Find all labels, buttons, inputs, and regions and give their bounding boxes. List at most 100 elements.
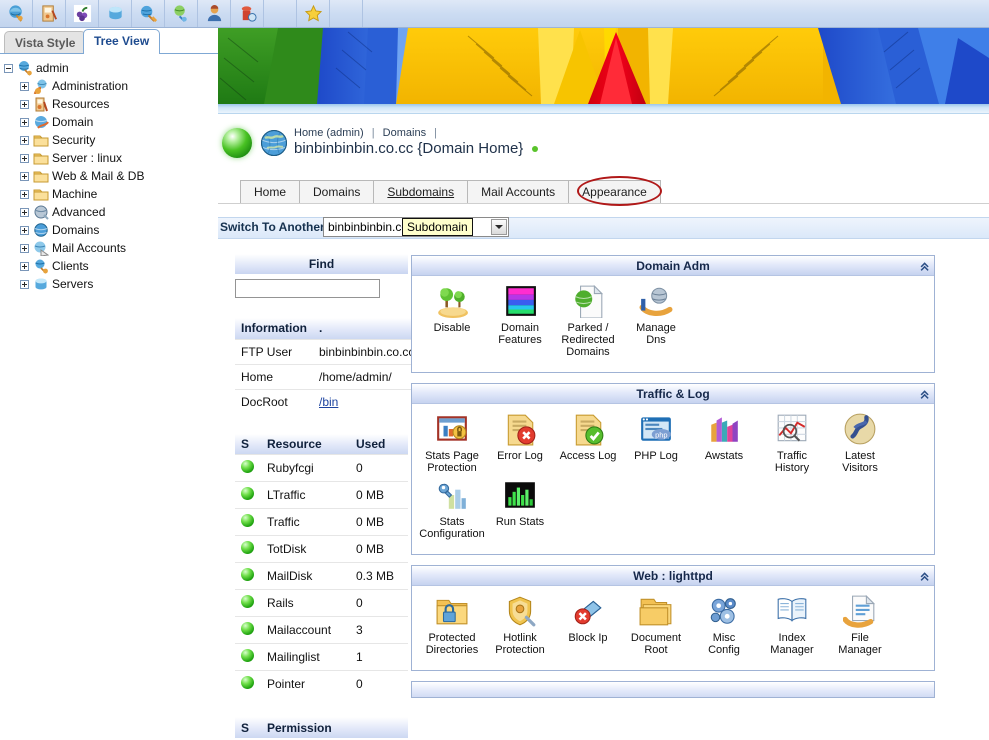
tree-expand-toggle[interactable]	[20, 81, 29, 91]
sidebar-item-mail-accounts[interactable]: Mail Accounts	[4, 239, 218, 257]
tree-expand-toggle[interactable]	[20, 207, 29, 217]
search-input[interactable]	[235, 279, 380, 298]
sidebar-item-clients[interactable]: Clients	[4, 257, 218, 275]
subdomain-tooltip: Subdomain	[402, 218, 473, 236]
run-stats-icon	[503, 478, 537, 512]
tile-label: Latest Visitors	[842, 450, 878, 474]
table-row: TotDisk 0 MB	[235, 535, 408, 563]
tile-manage-dns[interactable]: Manage Dns	[622, 284, 690, 358]
tile-document-root[interactable]: Document Root	[622, 594, 690, 656]
tab-label: Domains	[313, 185, 361, 199]
tree-expand-toggle[interactable]	[20, 279, 29, 289]
tile-error-log[interactable]: Error Log	[486, 412, 554, 474]
tab-home[interactable]: Home	[240, 180, 300, 204]
tab-label: Subdomains	[387, 185, 455, 199]
chevron-up-icon[interactable]	[915, 387, 929, 401]
folder-icon	[33, 168, 49, 184]
tree-expand-toggle[interactable]	[20, 99, 29, 109]
sidebar-item-resources[interactable]: Resources	[4, 95, 218, 113]
folder-icon	[33, 132, 49, 148]
tree-expand-toggle[interactable]	[20, 171, 29, 181]
sidebar-item-machine[interactable]: Machine	[4, 185, 218, 203]
tile-latest-visitors[interactable]: Latest Visitors	[826, 412, 894, 474]
toolbar-button-resources[interactable]	[33, 0, 66, 27]
tab-domains[interactable]: Domains	[299, 180, 374, 204]
tile-label: Hotlink Protection	[495, 632, 545, 656]
tile-label: Document Root	[630, 632, 682, 656]
sidebar-item-advanced[interactable]: Advanced	[4, 203, 218, 221]
tile-protected-directories[interactable]: Protected Directories	[418, 594, 486, 656]
sidebar-item-servers[interactable]: Servers	[4, 275, 218, 293]
tile-label: Protected Directories	[425, 632, 479, 656]
sidebar-item-administration[interactable]: Administration	[4, 77, 218, 95]
panel-traffic-log: Traffic & Log Stats Page Protection Error L…	[411, 383, 935, 555]
tab-mail-accounts[interactable]: Mail Accounts	[467, 180, 569, 204]
sidebar-item-server-linux[interactable]: Server : linux	[4, 149, 218, 167]
toolbar-button-favorites[interactable]	[297, 0, 330, 27]
sidebar-item-domain[interactable]: Domain	[4, 113, 218, 131]
table-row: Rubyfcgi 0	[235, 454, 408, 482]
sidebar-item-web-mail-db[interactable]: Web & Mail & DB	[4, 167, 218, 185]
toolbar-button-grapes[interactable]	[66, 0, 99, 27]
toolbar-button-admin[interactable]	[0, 0, 33, 27]
tree-expand-toggle[interactable]	[20, 117, 29, 127]
chevron-up-icon[interactable]	[915, 259, 929, 273]
tree-expand-toggle[interactable]	[20, 189, 29, 199]
toolbar-button-mail[interactable]	[231, 0, 264, 27]
tree-node-admin[interactable]: admin	[4, 59, 218, 77]
tile-parked-redirected-domains[interactable]: Parked / Redirected Domains	[554, 284, 622, 358]
information-table-header: Information .	[235, 318, 421, 339]
tile-stats-configuration[interactable]: Stats Configuration	[418, 478, 486, 540]
sidebar-tab-tree-view[interactable]: Tree View	[83, 29, 161, 54]
tile-run-stats[interactable]: Run Stats	[486, 478, 554, 540]
tile-traffic-history[interactable]: Traffic History	[758, 412, 826, 474]
breadcrumb-home-link[interactable]: Home (admin)	[294, 127, 364, 139]
chevron-down-icon[interactable]	[491, 219, 507, 235]
sidebar-item-label: Administration	[52, 79, 129, 93]
toolbar-button-appearance[interactable]	[132, 0, 165, 27]
panels-column: Domain Adm Disable Domain Features Parked / R…	[411, 255, 935, 698]
toolbar-button-box[interactable]	[99, 0, 132, 27]
toolbar-button-dns[interactable]	[165, 0, 198, 27]
tree-node-label: admin	[36, 61, 69, 75]
tree-expand-toggle[interactable]	[20, 135, 29, 145]
sidebar-tab-vista-style[interactable]: Vista Style	[4, 31, 87, 54]
tile-disable[interactable]: Disable	[418, 284, 486, 358]
table-row: Mailinglist 1	[235, 643, 408, 671]
breadcrumb-domains-link[interactable]: Domains	[383, 127, 426, 139]
document-root-icon	[639, 594, 673, 628]
tile-index-manager[interactable]: Index Manager	[758, 594, 826, 656]
tile-file-manager[interactable]: File Manager	[826, 594, 894, 656]
panel-header: Web : lighttpd	[412, 566, 934, 586]
tree-collapse-toggle[interactable]	[4, 63, 13, 73]
status-ok-icon	[241, 460, 254, 473]
tree-expand-toggle[interactable]	[20, 261, 29, 271]
sidebar-item-label: Web & Mail & DB	[52, 169, 145, 183]
tile-awstats[interactable]: Awstats	[690, 412, 758, 474]
tile-access-log[interactable]: Access Log	[554, 412, 622, 474]
permission-col-status: S	[235, 717, 261, 738]
sidebar-item-security[interactable]: Security	[4, 131, 218, 149]
domain-features-icon	[503, 284, 537, 318]
tab-subdomains[interactable]: Subdomains	[373, 180, 468, 204]
docroot-link[interactable]: /bin	[319, 395, 338, 409]
tile-block-ip[interactable]: Block Ip	[554, 594, 622, 656]
tree-expand-toggle[interactable]	[20, 225, 29, 235]
page-title: binbinbinbin.co.cc {Domain Home}	[294, 140, 524, 157]
switch-label: Switch To Another	[220, 220, 325, 234]
chevron-up-icon[interactable]	[915, 569, 929, 583]
status-ok-icon	[241, 595, 254, 608]
tile-misc-config[interactable]: Misc Config	[690, 594, 758, 656]
tree-expand-toggle[interactable]	[20, 153, 29, 163]
tile-hotlink-protection[interactable]: Hotlink Protection	[486, 594, 554, 656]
tile-php-log[interactable]: php PHP Log	[622, 412, 690, 474]
tree-expand-toggle[interactable]	[20, 243, 29, 253]
tile-domain-features[interactable]: Domain Features	[486, 284, 554, 358]
toolbar-button-clients[interactable]	[198, 0, 231, 27]
tile-stats-page-protection[interactable]: Stats Page Protection	[418, 412, 486, 474]
tab-appearance[interactable]: Appearance	[568, 180, 661, 204]
information-key: DocRoot	[235, 388, 313, 414]
resources-icon	[33, 96, 49, 112]
sidebar-item-domains[interactable]: Domains	[4, 221, 218, 239]
